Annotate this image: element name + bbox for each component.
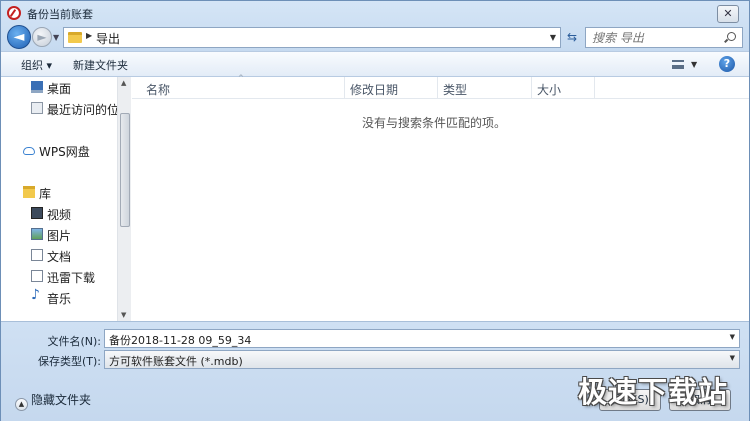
sidebar-item-desktop[interactable]: 桌面 bbox=[1, 78, 117, 98]
sidebar-item-label: 视频 bbox=[47, 208, 72, 222]
site-watermark: 极速下载站 bbox=[578, 375, 729, 409]
save-dialog: 备份当前账套 ✕ ◄ ► ▼ ▶ 导出 ▼ ⇆ 组织 ▾ 新建文件夹 ▼ ? 桌… bbox=[0, 0, 750, 421]
sidebar-item-recent[interactable]: 最近访问的位 bbox=[1, 99, 117, 119]
sidebar-item-label: 库 bbox=[39, 187, 52, 201]
filename-input[interactable]: 备份2018-11-28 09_59_34 ▼ bbox=[104, 329, 740, 348]
navigation-pane: 桌面 最近访问的位 WPS网盘 库 视频 图片 文档 迅雷下载 ♪ 音乐 bbox=[1, 77, 117, 321]
library-icon bbox=[23, 186, 35, 198]
toolbar: 组织 ▾ 新建文件夹 ▼ ? bbox=[1, 51, 749, 77]
hide-folders-toggle[interactable]: ▲ 隐藏文件夹 bbox=[15, 391, 91, 411]
folder-icon bbox=[68, 32, 82, 43]
breadcrumb-separator-icon[interactable]: ▶ bbox=[86, 31, 92, 40]
close-button[interactable]: ✕ bbox=[717, 5, 739, 23]
save-type-dropdown-icon[interactable]: ▼ bbox=[730, 354, 735, 362]
forward-button[interactable]: ► bbox=[32, 27, 52, 47]
column-size[interactable]: 大小 bbox=[537, 81, 561, 98]
address-dropdown-icon[interactable]: ▼ bbox=[550, 33, 556, 42]
address-bar[interactable]: ▶ 导出 ▼ bbox=[63, 27, 561, 48]
sidebar-item-label: 最近访问的位 bbox=[47, 103, 117, 117]
cloud-icon bbox=[23, 147, 35, 155]
breadcrumb-current[interactable]: 导出 bbox=[96, 30, 120, 47]
sidebar-item-documents[interactable]: 文档 bbox=[1, 246, 117, 266]
sidebar-item-wps-cloud[interactable]: WPS网盘 bbox=[1, 141, 117, 161]
sidebar-item-label: 桌面 bbox=[47, 82, 72, 96]
music-icon bbox=[31, 287, 43, 303]
sidebar-item-downloads[interactable]: 迅雷下载 bbox=[1, 267, 117, 287]
column-type[interactable]: 类型 bbox=[443, 81, 467, 98]
hide-folders-label[interactable]: 隐藏文件夹 bbox=[31, 393, 91, 407]
sidebar-item-label: WPS网盘 bbox=[39, 145, 90, 159]
new-folder-button[interactable]: 新建文件夹 bbox=[73, 57, 128, 73]
download-icon bbox=[31, 270, 43, 282]
window-title: 备份当前账套 bbox=[27, 8, 93, 21]
save-type-select[interactable]: 方可软件账套文件 (*.mdb) ▼ bbox=[104, 350, 740, 369]
search-input[interactable] bbox=[592, 30, 718, 46]
recent-locations-chevron-icon[interactable]: ▼ bbox=[53, 33, 59, 42]
empty-list-message: 没有与搜索条件匹配的项。 bbox=[362, 116, 507, 130]
navigation-bar: ◄ ► ▼ ▶ 导出 ▼ ⇆ bbox=[1, 25, 749, 51]
refresh-icon[interactable]: ⇆ bbox=[563, 27, 581, 48]
sidebar-item-library[interactable]: 库 bbox=[1, 183, 117, 203]
sidebar-item-video[interactable]: 视频 bbox=[1, 204, 117, 224]
help-icon[interactable]: ? bbox=[719, 56, 735, 72]
column-name[interactable]: 名称 bbox=[146, 81, 170, 98]
back-button[interactable]: ◄ bbox=[7, 25, 31, 49]
column-divider[interactable] bbox=[594, 77, 595, 99]
document-icon bbox=[31, 249, 43, 261]
sidebar-item-label: 文档 bbox=[47, 250, 72, 264]
filename-value[interactable]: 备份2018-11-28 09_59_34 bbox=[109, 334, 251, 347]
column-header: ^ 名称 修改日期 类型 大小 bbox=[132, 74, 749, 99]
save-type-label: 保存类型(T): bbox=[37, 355, 101, 368]
view-options-icon[interactable] bbox=[672, 60, 684, 69]
scrollbar-thumb[interactable] bbox=[120, 113, 130, 227]
file-list: ^ 名称 修改日期 类型 大小 没有与搜索条件匹配的项。 bbox=[132, 74, 749, 321]
organize-button[interactable]: 组织 ▾ bbox=[21, 57, 52, 73]
column-date-modified[interactable]: 修改日期 bbox=[350, 81, 398, 98]
recent-icon bbox=[31, 102, 43, 114]
column-divider[interactable] bbox=[531, 77, 532, 99]
picture-icon bbox=[31, 228, 43, 240]
sidebar-item-label: 音乐 bbox=[47, 292, 72, 306]
content-area: 桌面 最近访问的位 WPS网盘 库 视频 图片 文档 迅雷下载 ♪ 音乐 ▲ ▼… bbox=[1, 74, 749, 321]
column-divider[interactable] bbox=[344, 77, 345, 99]
view-dropdown-icon[interactable]: ▼ bbox=[691, 60, 697, 69]
filename-label: 文件名(N): bbox=[47, 335, 101, 348]
save-type-value[interactable]: 方可软件账套文件 (*.mdb) bbox=[109, 355, 243, 368]
desktop-icon bbox=[31, 81, 43, 93]
search-box[interactable] bbox=[585, 27, 743, 48]
filename-dropdown-icon[interactable]: ▼ bbox=[730, 333, 735, 341]
chevron-up-icon[interactable]: ▲ bbox=[15, 398, 28, 411]
sidebar-item-pictures[interactable]: 图片 bbox=[1, 225, 117, 245]
scroll-up-icon[interactable]: ▲ bbox=[121, 79, 126, 87]
app-icon bbox=[7, 6, 21, 20]
sidebar-item-music[interactable]: 音乐 bbox=[1, 287, 117, 308]
column-divider[interactable] bbox=[437, 77, 438, 99]
sidebar-item-label: 图片 bbox=[47, 229, 72, 243]
title-bar: 备份当前账套 ✕ bbox=[1, 1, 749, 25]
search-icon[interactable] bbox=[727, 32, 736, 41]
sort-up-icon: ^ bbox=[238, 74, 244, 82]
video-icon bbox=[31, 207, 43, 219]
sidebar-item-label: 迅雷下载 bbox=[47, 271, 96, 285]
scroll-down-icon[interactable]: ▼ bbox=[121, 311, 126, 319]
sidebar-scrollbar[interactable]: ▲ ▼ bbox=[117, 77, 131, 321]
